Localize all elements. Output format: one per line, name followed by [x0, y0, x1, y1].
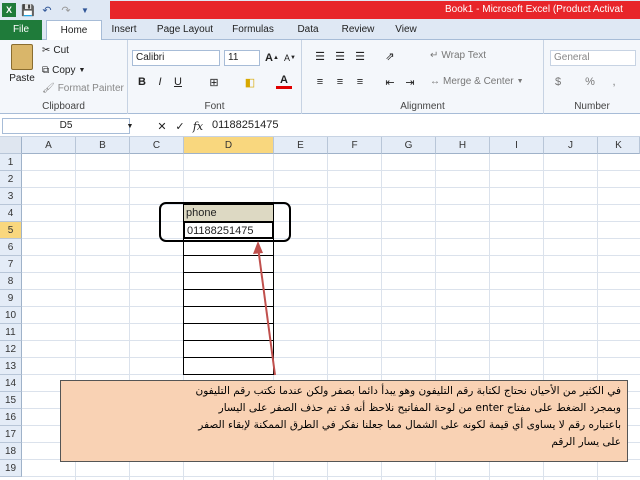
tab-file[interactable]: File: [0, 20, 42, 40]
paste-icon: [11, 44, 33, 70]
font-group: Calibri 11 A ▲ A ▼ B I U ⊞ ◧ A Font: [128, 40, 302, 114]
chevron-down-icon[interactable]: ▼: [122, 118, 138, 134]
number-group: General $ % , Number: [544, 40, 640, 114]
note-line-1: في الكثير من الأحيان نحتاج لكتابة رقم ال…: [195, 385, 621, 397]
chevron-down-icon: ▼: [78, 67, 86, 74]
align-top-icon[interactable]: ☰: [312, 48, 328, 64]
enter-check-icon[interactable]: ✓: [172, 118, 188, 134]
increase-indent-icon[interactable]: ⇥: [402, 74, 418, 90]
borders-icon[interactable]: ⊞: [206, 74, 222, 90]
alignment-label: Alignment: [400, 101, 445, 112]
font-label: Font: [204, 101, 225, 112]
shrink-font-icon[interactable]: A ▼: [282, 50, 298, 66]
tab-formulas[interactable]: Formulas: [226, 20, 280, 40]
bold-button[interactable]: B: [134, 74, 150, 90]
arrow-head: [253, 241, 263, 254]
copy-icon: ⧉: [42, 65, 50, 76]
save-icon[interactable]: 💾: [21, 3, 35, 17]
align-left-icon[interactable]: ≡: [312, 74, 328, 90]
wrap-text-button[interactable]: ↵ Wrap Text: [430, 50, 486, 61]
title-bar: X 💾 ↶ ↷ ▼ Book1 - Microsoft Excel (Produ…: [0, 0, 640, 20]
redo-icon[interactable]: ↷: [59, 3, 73, 17]
copy-button[interactable]: ⧉ Copy ▼: [42, 65, 85, 76]
excel-logo-icon: X: [2, 3, 16, 17]
wrap-text-icon: ↵: [430, 50, 439, 61]
tab-review[interactable]: Review: [336, 20, 380, 40]
align-bottom-icon[interactable]: ☰: [352, 48, 368, 64]
ribbon-tabs: File Home Insert Page Layout Formulas Da…: [0, 20, 640, 41]
merge-icon: ↔: [430, 76, 440, 87]
formula-bar: D5 ▼ ✕ ✓ fx 01188251475: [0, 115, 640, 137]
scissors-icon: ✂: [42, 45, 51, 56]
name-box[interactable]: D5: [2, 118, 130, 134]
formula-input[interactable]: 01188251475: [212, 119, 278, 131]
explanation-note: في الكثير من الأحيان نحتاج لكتابة رقم ال…: [60, 380, 628, 462]
underline-button[interactable]: U: [170, 74, 186, 90]
alignment-group: ☰ ☰ ☰ ⇗ ↵ Wrap Text ≡ ≡ ≡ ⇤ ⇥ ↔ Merge & Ce…: [302, 40, 544, 114]
orientation-icon[interactable]: ⇗: [382, 48, 398, 64]
tab-data[interactable]: Data: [290, 20, 326, 40]
undo-icon[interactable]: ↶: [40, 3, 54, 17]
arrow-line: [257, 246, 276, 376]
note-line-2: وبمجرد الضغط على مفتاح enter من لوحة الم…: [218, 402, 621, 414]
font-size-box[interactable]: 11: [224, 50, 260, 66]
tab-insert[interactable]: Insert: [104, 20, 144, 40]
percent-icon[interactable]: %: [582, 74, 598, 90]
tab-home[interactable]: Home: [46, 20, 102, 41]
chevron-down-icon: ▼: [516, 78, 524, 85]
note-line-3: باعتباره رقم لا يساوى أي قيمة لكونه على …: [198, 419, 621, 431]
highlight-box: [159, 202, 291, 242]
merge-center-button[interactable]: ↔ Merge & Center ▼: [430, 76, 524, 87]
font-name-box[interactable]: Calibri: [132, 50, 220, 66]
comma-style-icon[interactable]: ,: [606, 74, 622, 90]
window-title: Book1 - Microsoft Excel (Product Activat: [445, 4, 623, 15]
grow-font-icon[interactable]: A ▲: [264, 50, 280, 66]
cancel-icon[interactable]: ✕: [154, 118, 170, 134]
insert-function-button[interactable]: fx: [190, 118, 206, 134]
currency-icon[interactable]: $: [550, 74, 566, 90]
align-center-icon[interactable]: ≡: [332, 74, 348, 90]
quick-access-toolbar: X 💾 ↶ ↷ ▼: [2, 1, 92, 19]
fill-color-icon[interactable]: ◧: [242, 74, 258, 90]
clipboard-label: Clipboard: [42, 101, 85, 112]
brush-icon: 🖌: [42, 83, 55, 94]
note-line-4: على يسار الرقم: [551, 436, 621, 448]
align-middle-icon[interactable]: ☰: [332, 48, 348, 64]
italic-button[interactable]: I: [152, 74, 168, 90]
tab-page-layout[interactable]: Page Layout: [152, 20, 218, 40]
customize-qat-icon[interactable]: ▼: [78, 3, 92, 17]
number-format-box[interactable]: General: [550, 50, 636, 66]
cut-button[interactable]: ✂ Cut: [42, 45, 69, 56]
number-label: Number: [574, 101, 610, 112]
font-color-icon[interactable]: A: [276, 74, 292, 89]
paste-button[interactable]: Paste: [6, 44, 38, 84]
clipboard-group: Paste ✂ Cut ⧉ Copy ▼ 🖌 Format Painter Clipbo…: [0, 40, 128, 114]
align-right-icon[interactable]: ≡: [352, 74, 368, 90]
ribbon: Paste ✂ Cut ⧉ Copy ▼ 🖌 Format Painter Clipbo…: [0, 40, 640, 114]
format-painter-button[interactable]: 🖌 Format Painter: [42, 83, 124, 94]
decrease-indent-icon[interactable]: ⇤: [382, 74, 398, 90]
tab-view[interactable]: View: [388, 20, 424, 40]
